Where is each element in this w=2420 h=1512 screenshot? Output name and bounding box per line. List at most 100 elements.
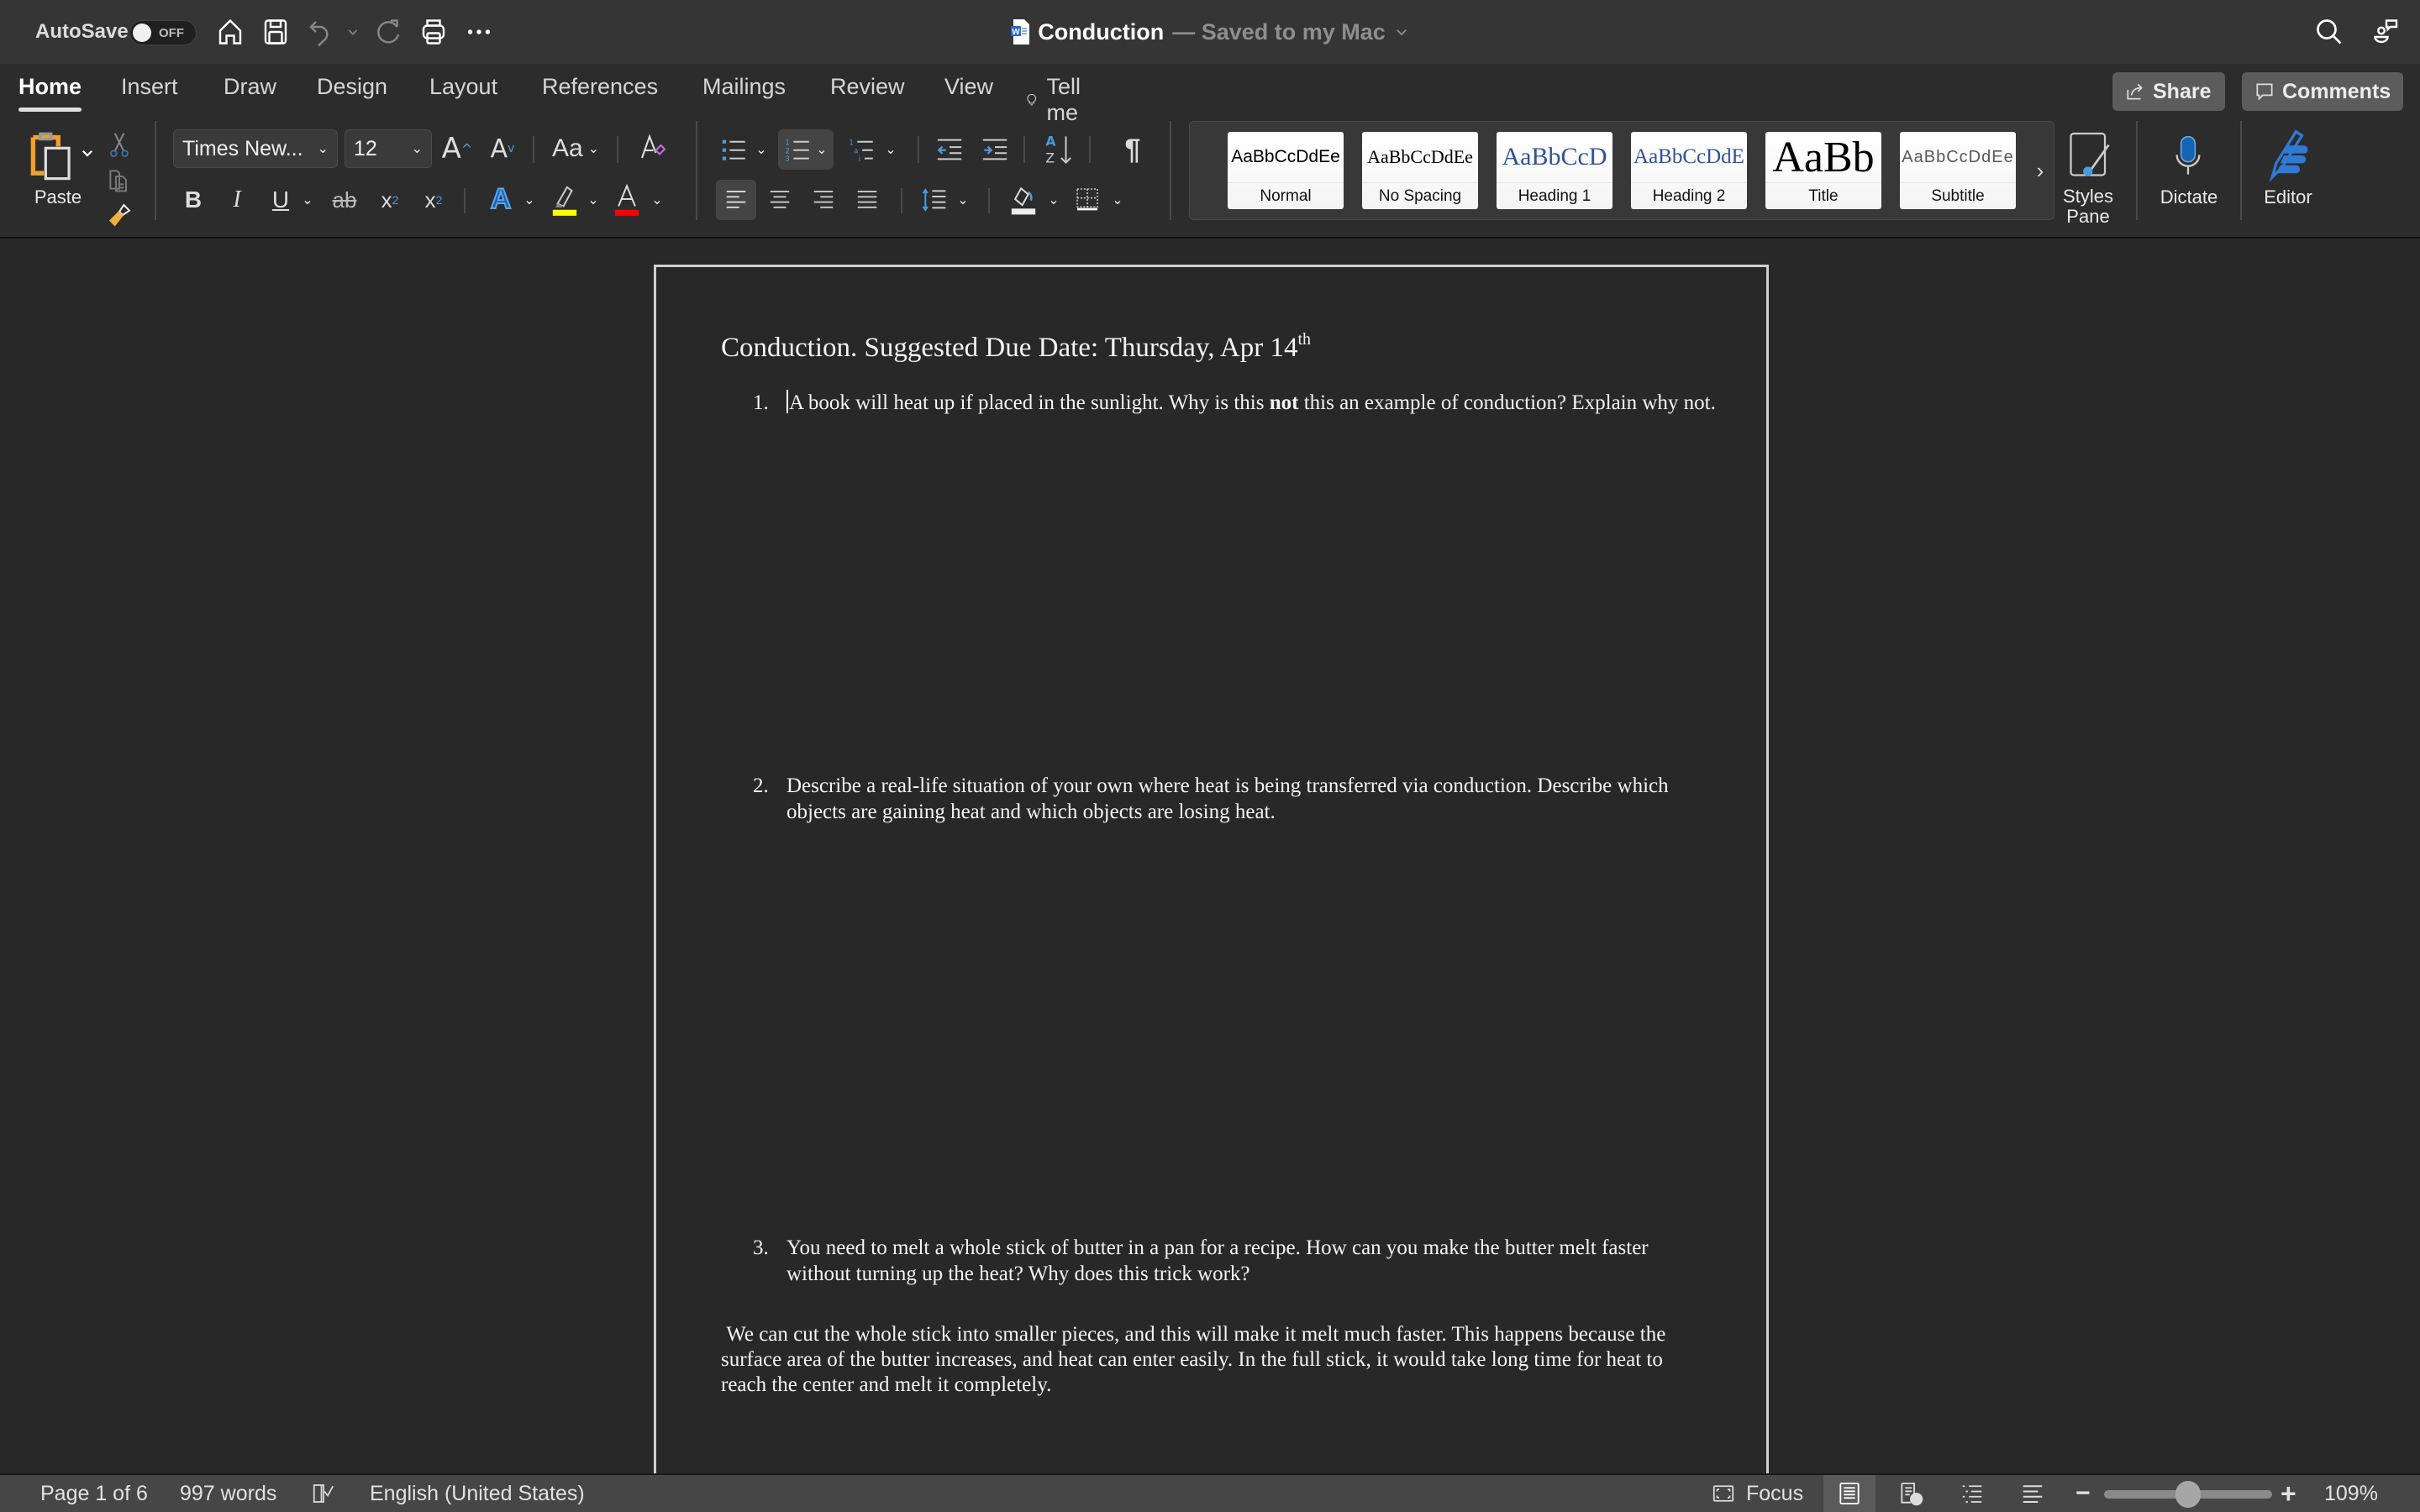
cut-icon[interactable]: [104, 128, 134, 161]
line-spacing-chevron-icon[interactable]: ⌄: [955, 190, 971, 210]
tab-design[interactable]: Design: [317, 74, 387, 100]
autosave-toggle[interactable]: OFF: [129, 20, 197, 45]
paste-button[interactable]: [25, 129, 84, 185]
tab-view[interactable]: View: [944, 74, 993, 100]
outline-view-icon[interactable]: [1960, 1475, 1985, 1512]
document-title-menu[interactable]: W Conduction — Saved to my Mac: [1011, 19, 1409, 45]
align-right-icon[interactable]: [805, 180, 842, 220]
tab-references[interactable]: References: [542, 74, 658, 100]
style-normal[interactable]: AaBbCcDdEe Normal: [1228, 132, 1344, 209]
styles-pane-button[interactable]: [2064, 126, 2116, 186]
more-icon[interactable]: [462, 15, 496, 49]
style-no-spacing[interactable]: AaBbCcDdEe No Spacing: [1362, 132, 1478, 209]
line-spacing-icon[interactable]: [916, 180, 953, 220]
style-heading-2[interactable]: AaBbCcDdE Heading 2: [1631, 132, 1747, 209]
bold-button[interactable]: B: [178, 181, 208, 218]
align-left-button[interactable]: [716, 180, 756, 220]
document-page[interactable]: Conduction. Suggested Due Date: Thursday…: [654, 265, 1769, 1491]
shading-icon[interactable]: [1005, 178, 1042, 220]
grow-font-icon[interactable]: A ^: [440, 129, 474, 168]
print-icon[interactable]: [417, 15, 450, 49]
shrink-font-icon[interactable]: Av: [486, 129, 519, 168]
undo-icon[interactable]: [304, 15, 338, 49]
comments-button[interactable]: Comments: [2242, 72, 2403, 111]
change-case-button[interactable]: Aa ⌄: [551, 129, 600, 168]
bullets-chevron-icon[interactable]: ⌄: [753, 139, 770, 160]
font-size-dropdown[interactable]: 12 ⌄: [345, 129, 432, 168]
sort-icon[interactable]: AZ: [1042, 129, 1076, 170]
page-count[interactable]: Page 1 of 6: [40, 1475, 148, 1512]
highlight-chevron-icon[interactable]: ⌄: [585, 190, 602, 210]
style-title[interactable]: AaBb Title: [1765, 132, 1881, 209]
text-effects-icon[interactable]: A: [484, 180, 518, 218]
tab-review[interactable]: Review: [830, 74, 905, 100]
style-sample: AaBbCcDdE: [1634, 145, 1744, 168]
shading-chevron-icon[interactable]: ⌄: [1045, 190, 1062, 210]
numbering-chevron-icon[interactable]: ⌄: [816, 141, 827, 158]
tab-insert[interactable]: Insert: [121, 74, 178, 100]
zoom-slider[interactable]: [2104, 1481, 2272, 1508]
italic-button[interactable]: I: [222, 181, 252, 218]
print-layout-view-button[interactable]: [1823, 1475, 1876, 1512]
bullets-icon[interactable]: [718, 131, 751, 168]
subscript-icon[interactable]: x2: [375, 181, 405, 218]
font-name-dropdown[interactable]: Times New... ⌄: [173, 129, 338, 168]
zoom-out-button[interactable]: −: [2075, 1475, 2091, 1512]
zoom-level[interactable]: 109%: [2324, 1475, 2378, 1512]
group-separator: [696, 121, 697, 220]
svg-text:a: a: [854, 147, 858, 155]
zoom-in-button[interactable]: +: [2281, 1475, 2296, 1512]
font-color-chevron-icon[interactable]: ⌄: [649, 190, 666, 210]
style-heading-1[interactable]: AaBbCcD Heading 1: [1497, 132, 1612, 209]
redo-icon[interactable]: [371, 15, 405, 49]
show-formatting-marks-icon[interactable]: ¶: [1118, 129, 1148, 170]
multilevel-list-icon[interactable]: 1ai: [845, 131, 879, 168]
status-bar: Page 1 of 6 997 words English (United St…: [0, 1473, 2420, 1512]
font-color-button[interactable]: [610, 178, 644, 220]
underline-button[interactable]: U: [266, 181, 296, 218]
zoom-slider-handle[interactable]: [2175, 1481, 2201, 1508]
tab-layout[interactable]: Layout: [429, 74, 497, 100]
underline-label: U: [271, 186, 290, 213]
proofing-icon[interactable]: [311, 1475, 336, 1512]
tab-home[interactable]: Home: [18, 74, 82, 112]
font-color-swatch: [614, 209, 639, 216]
superscript-icon[interactable]: x2: [418, 181, 449, 218]
home-icon[interactable]: [213, 15, 247, 49]
web-layout-icon[interactable]: [1897, 1475, 1924, 1512]
undo-dropdown-chevron-icon[interactable]: [345, 15, 361, 49]
copy-icon[interactable]: [104, 163, 134, 197]
paste-options-chevron-icon[interactable]: [79, 144, 96, 161]
justify-icon[interactable]: [849, 180, 886, 220]
focus-button[interactable]: Focus: [1711, 1475, 1803, 1512]
style-subtitle[interactable]: AaBbCcDdEe Subtitle: [1900, 132, 2016, 209]
text-effects-chevron-icon[interactable]: ⌄: [521, 190, 538, 210]
multilevel-chevron-icon[interactable]: ⌄: [882, 139, 899, 160]
clear-formatting-icon[interactable]: [635, 128, 669, 168]
draft-view-icon[interactable]: [2020, 1475, 2045, 1512]
styles-gallery-more-chevron-icon[interactable]: ›: [2030, 155, 2050, 186]
strikethrough-icon[interactable]: ab: [328, 181, 361, 218]
collaborate-icon[interactable]: [2370, 15, 2403, 49]
highlight-color-button[interactable]: [548, 178, 581, 220]
language[interactable]: English (United States): [370, 1475, 585, 1512]
increase-indent-icon[interactable]: [978, 131, 1012, 168]
decrease-indent-icon[interactable]: [933, 131, 966, 168]
align-center-icon[interactable]: [761, 180, 798, 220]
tab-tell-me[interactable]: Tell me: [1025, 74, 1090, 126]
borders-chevron-icon[interactable]: ⌄: [1109, 190, 1126, 210]
numbering-button[interactable]: 123 ⌄: [778, 129, 834, 170]
share-button[interactable]: Share: [2112, 72, 2225, 111]
editor-button[interactable]: [2260, 124, 2316, 186]
save-icon[interactable]: [259, 15, 292, 49]
word-count[interactable]: 997 words: [180, 1475, 276, 1512]
borders-icon[interactable]: [1069, 178, 1106, 220]
styles-pane-icon: [2070, 132, 2110, 176]
dictate-button[interactable]: [2168, 126, 2208, 186]
microphone-icon: [2175, 135, 2201, 175]
format-painter-icon[interactable]: [104, 198, 134, 232]
tab-draw[interactable]: Draw: [224, 74, 276, 100]
search-icon[interactable]: [2312, 15, 2346, 49]
underline-chevron-icon[interactable]: ⌄: [299, 190, 316, 210]
tab-mailings[interactable]: Mailings: [702, 74, 786, 100]
